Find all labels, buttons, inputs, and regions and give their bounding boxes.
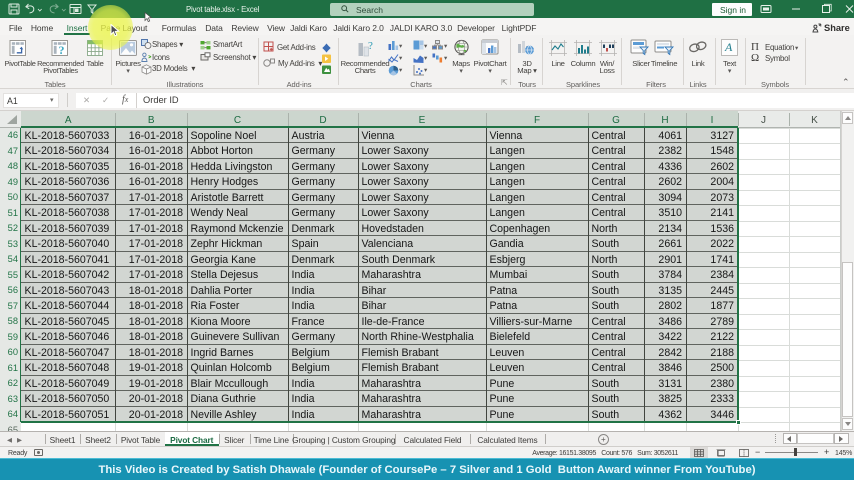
svg-text:?: ? [59,43,65,57]
svg-text:?: ? [368,40,373,52]
